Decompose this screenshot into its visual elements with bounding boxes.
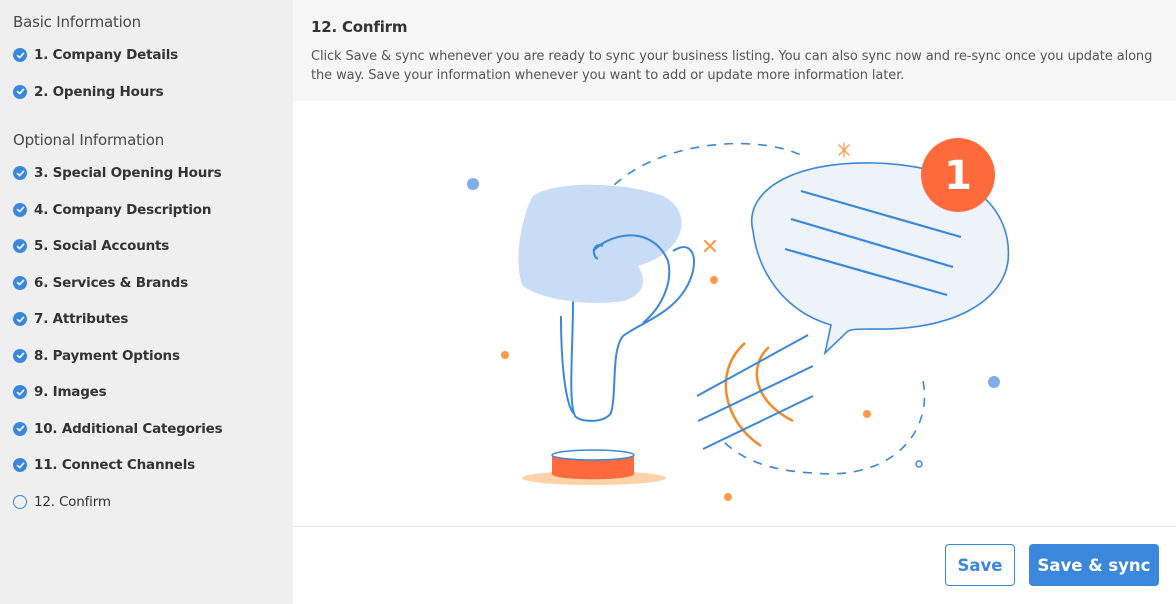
step-header: 12. Confirm Click Save & sync whenever y… [293, 0, 1176, 101]
basic-information-heading: Basic Information [13, 13, 141, 31]
sidebar-item-opening-hours[interactable]: 2. Opening Hours [0, 74, 293, 111]
check-icon [13, 275, 27, 290]
optional-information-heading: Optional Information [13, 131, 165, 149]
sidebar-item-label: 3. Special Opening Hours [34, 165, 222, 182]
check-icon [13, 84, 27, 99]
page-title: 12. Confirm [311, 18, 408, 36]
sidebar-item-images[interactable]: 9. Images [0, 374, 293, 411]
sidebar-item-label: 7. Attributes [34, 311, 129, 328]
megaphone-speech-illustration: 1 [467, 138, 1010, 501]
app-layout: Basic Information 1. Company Details 2. … [0, 0, 1176, 604]
sidebar-item-additional-categories[interactable]: 10. Additional Categories [0, 411, 293, 448]
sidebar-item-attributes[interactable]: 7. Attributes [0, 301, 293, 338]
sidebar-item-label: 9. Images [34, 384, 107, 401]
action-footer: Save Save & sync [293, 527, 1176, 604]
sidebar-item-company-details[interactable]: 1. Company Details [0, 37, 293, 74]
notification-badge-number: 1 [944, 153, 972, 199]
step-description: Click Save & sync whenever you are ready… [311, 49, 1153, 83]
confirm-illustration: 1 [293, 101, 1176, 527]
check-icon [13, 421, 27, 436]
sidebar-item-label: 5. Social Accounts [34, 238, 170, 255]
sidebar-item-label: 12. Confirm [34, 493, 111, 510]
sidebar-item-special-opening-hours[interactable]: 3. Special Opening Hours [0, 155, 293, 192]
sidebar-item-services-brands[interactable]: 6. Services & Brands [0, 265, 293, 302]
empty-circle-icon [13, 494, 27, 509]
sidebar-item-label: 4. Company Description [34, 201, 212, 218]
check-icon [13, 458, 27, 473]
sidebar-item-social-accounts[interactable]: 5. Social Accounts [0, 228, 293, 265]
sidebar-item-label: 10. Additional Categories [34, 420, 223, 437]
check-icon [13, 202, 27, 217]
check-icon [13, 239, 27, 254]
sidebar-item-label: 8. Payment Options [34, 347, 180, 364]
check-icon [13, 166, 27, 181]
save-button[interactable]: Save [945, 544, 1015, 586]
check-icon [13, 312, 27, 327]
save-and-sync-button[interactable]: Save & sync [1029, 544, 1159, 586]
sidebar-item-payment-options[interactable]: 8. Payment Options [0, 338, 293, 375]
sidebar-item-company-description[interactable]: 4. Company Description [0, 192, 293, 229]
sidebar-item-label: 2. Opening Hours [34, 83, 164, 100]
sidebar-item-label: 11. Connect Channels [34, 457, 195, 474]
sidebar-item-connect-channels[interactable]: 11. Connect Channels [0, 447, 293, 484]
check-icon [13, 48, 27, 63]
sidebar-item-label: 6. Services & Brands [34, 274, 188, 291]
sidebar-item-confirm[interactable]: 12. Confirm [0, 484, 293, 521]
sidebar: Basic Information 1. Company Details 2. … [0, 0, 293, 604]
check-icon [13, 385, 27, 400]
sidebar-item-label: 1. Company Details [34, 47, 178, 64]
main-content: 12. Confirm Click Save & sync whenever y… [293, 0, 1176, 604]
check-icon [13, 348, 27, 363]
